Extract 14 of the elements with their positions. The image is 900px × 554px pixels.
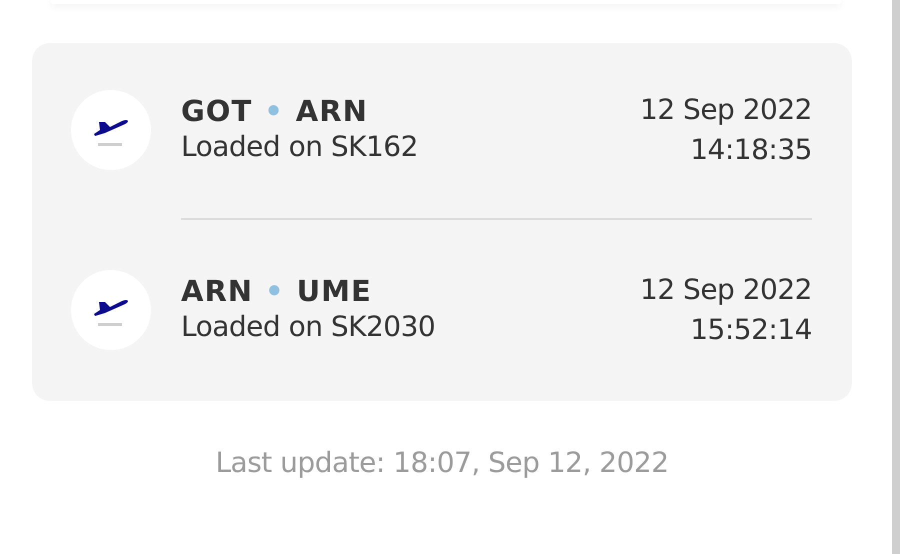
origin-code: ARN: [181, 274, 254, 308]
time-text: 15:52:14: [690, 312, 812, 348]
destination-code: UME: [296, 274, 372, 308]
origin-code: GOT: [181, 94, 252, 128]
time-text: 14:18:35: [690, 132, 812, 168]
last-update-text: Last update: 18:07, Sep 12, 2022: [215, 446, 669, 479]
status-text: Loaded on SK2030: [181, 310, 436, 343]
status-text: Loaded on SK162: [181, 130, 418, 163]
scrollbar[interactable]: [892, 0, 900, 554]
date-text: 12 Sep 2022: [640, 92, 812, 128]
date-text: 12 Sep 2022: [640, 272, 812, 308]
separator-dot: •: [265, 274, 285, 308]
destination-code: ARN: [296, 94, 368, 128]
separator-dot: •: [264, 94, 284, 128]
